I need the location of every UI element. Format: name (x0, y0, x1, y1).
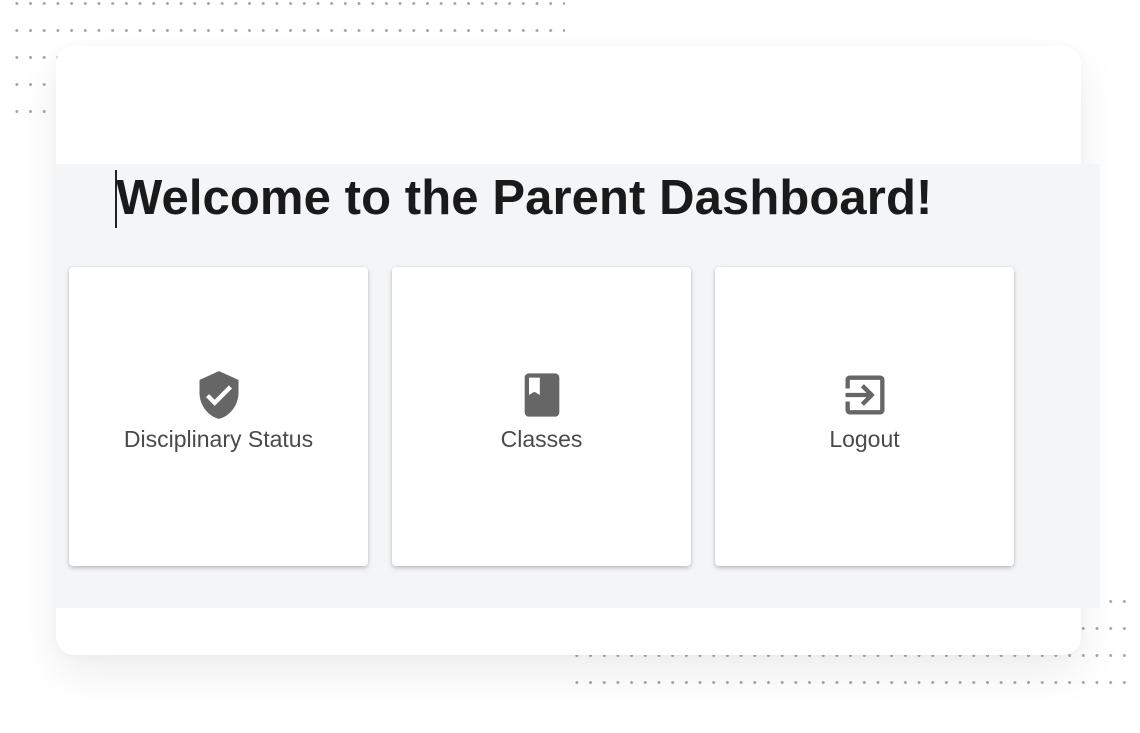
logout-icon (845, 375, 884, 415)
content-area-edge (1081, 164, 1100, 608)
classes-card[interactable]: Classes (392, 267, 691, 566)
card-label: Disciplinary Status (123, 426, 314, 452)
shield-check-icon (199, 371, 238, 419)
logout-card[interactable]: Logout (715, 267, 1014, 566)
card-label: Classes (500, 426, 583, 452)
page-title: Welcome to the Parent Dashboard! (116, 171, 933, 225)
disciplinary-status-card[interactable]: Disciplinary Status (69, 267, 368, 566)
card-content: Classes (392, 369, 691, 452)
card-content: Disciplinary Status (69, 369, 368, 452)
book-icon (524, 373, 559, 417)
card-content: Logout (715, 369, 1014, 452)
card-label: Logout (829, 426, 900, 452)
